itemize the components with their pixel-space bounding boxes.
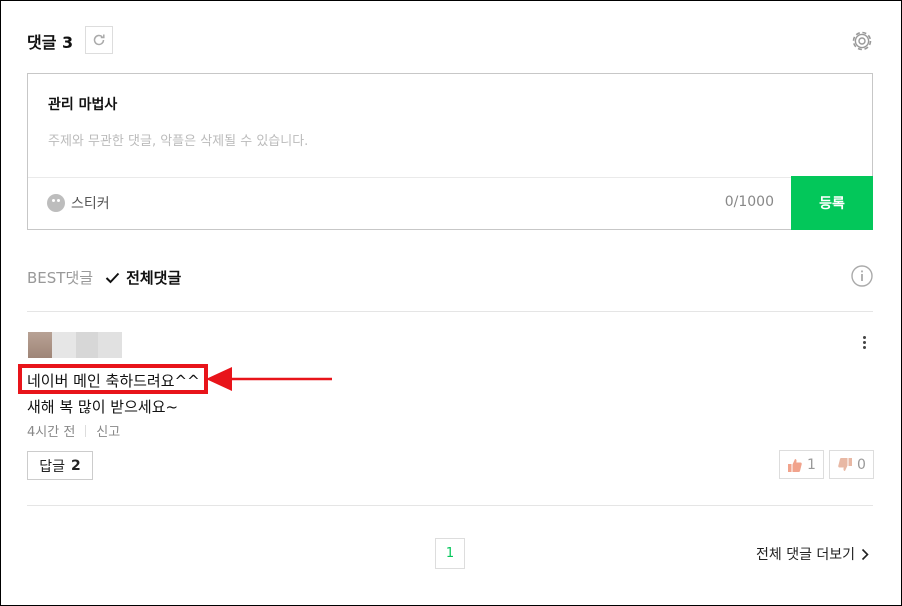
- chevron-right-icon: [861, 548, 869, 560]
- comment-editor: 관리 마법사 주제와 무관한 댓글, 악플은 삭제될 수 있습니다. 스티커 0…: [27, 73, 873, 230]
- thumbs-up-icon: [788, 458, 802, 472]
- view-all-label: 전체 댓글 더보기: [756, 547, 856, 563]
- like-button[interactable]: 1: [779, 450, 824, 479]
- info-icon[interactable]: [851, 265, 873, 287]
- sticker-icon: [47, 194, 65, 212]
- refresh-icon: [93, 34, 105, 46]
- editor-divider: [28, 177, 872, 178]
- comment-meta: 4시간 전 신고: [27, 421, 120, 440]
- thumbs-down-icon: [838, 457, 853, 471]
- page-button-current[interactable]: 1: [435, 538, 465, 569]
- comment-time: 4시간 전: [27, 425, 76, 440]
- like-count: 1: [807, 456, 816, 473]
- arrow-icon: [206, 367, 332, 391]
- dislike-count: 0: [857, 456, 866, 473]
- comment-tabs: BEST댓글 전체댓글: [27, 267, 181, 288]
- tab-all[interactable]: 전체댓글: [105, 267, 181, 288]
- reply-button[interactable]: 답글 2: [27, 451, 93, 480]
- reply-label: 답글: [39, 458, 65, 475]
- meta-separator: [85, 424, 87, 437]
- editor-user-name: 관리 마법사: [48, 97, 118, 113]
- submit-button[interactable]: 등록: [791, 176, 873, 230]
- tab-best[interactable]: BEST댓글: [27, 267, 93, 288]
- highlight-annotation: [18, 364, 208, 394]
- char-counter: 0/1000: [724, 194, 774, 210]
- refresh-button[interactable]: [85, 26, 113, 54]
- comment-count-title: 댓글 3: [27, 33, 74, 52]
- reply-count: 2: [71, 457, 81, 474]
- comment-text-line2: 새해 복 많이 받으세요~: [27, 398, 179, 416]
- report-link[interactable]: 신고: [96, 421, 120, 440]
- sticker-button[interactable]: 스티커: [47, 193, 110, 213]
- tab-all-label: 전체댓글: [126, 269, 182, 287]
- sticker-label: 스티커: [71, 196, 110, 212]
- more-vertical-icon[interactable]: [859, 334, 869, 354]
- avatar: [28, 332, 122, 358]
- comment-input[interactable]: 주제와 무관한 댓글, 악플은 삭제될 수 있습니다.: [48, 130, 308, 149]
- section-divider: [27, 505, 873, 506]
- gear-icon[interactable]: [849, 28, 875, 54]
- section-divider: [27, 311, 873, 312]
- view-all-comments-link[interactable]: 전체 댓글 더보기: [756, 544, 869, 564]
- check-icon: [105, 272, 120, 283]
- dislike-button[interactable]: 0: [829, 450, 874, 479]
